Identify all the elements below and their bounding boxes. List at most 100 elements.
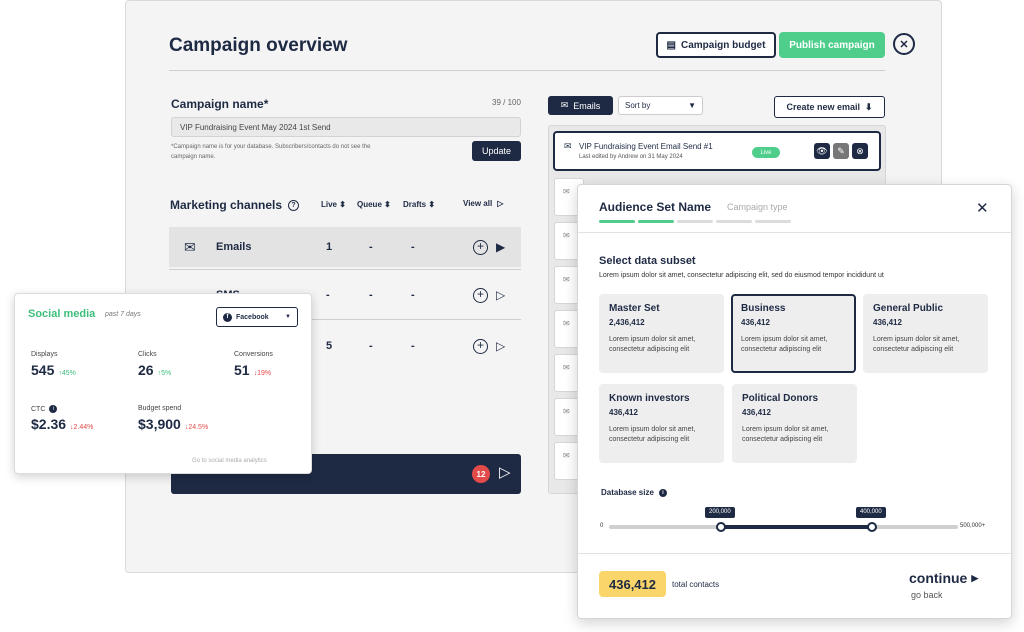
metric-label: Clicks xyxy=(138,351,157,358)
campaign-name-label: Campaign name* xyxy=(171,97,269,111)
metric-number: $3,900 xyxy=(138,416,181,432)
marketing-channels-label: Marketing channels xyxy=(170,198,283,212)
metric-value: 545 ↑45% xyxy=(31,362,76,378)
eye-icon[interactable]: 👁 xyxy=(814,143,830,159)
divider xyxy=(169,269,521,270)
status-badge: Live xyxy=(752,147,780,158)
set-card-known-investors[interactable]: Known investors 436,412 Lorem ipsum dolo… xyxy=(599,384,724,463)
set-name: Political Donors xyxy=(742,393,819,404)
play-icon[interactable]: ▷ xyxy=(496,288,505,302)
database-size-label: Database size xyxy=(601,488,654,497)
range-low-handle[interactable] xyxy=(716,522,726,532)
info-icon[interactable]: i xyxy=(658,488,667,497)
close-icon[interactable]: ⊗ xyxy=(852,143,868,159)
queue-count: - xyxy=(369,340,373,352)
tab-emails[interactable]: ✉ Emails xyxy=(548,96,613,115)
set-card-general-public[interactable]: General Public 436,412 Lorem ipsum dolor… xyxy=(863,294,988,373)
col-drafts[interactable]: Drafts ⬍ xyxy=(403,200,435,209)
set-description: Lorem ipsum dolor sit amet, consectetur … xyxy=(873,336,960,353)
tab-emails-label: Emails xyxy=(573,100,601,111)
audience-set-modal: Audience Set Name Campaign type ✕ Select… xyxy=(577,184,1012,619)
metric-change: ↑5% xyxy=(157,370,172,377)
range-slider-fill xyxy=(721,525,872,529)
set-count: 436,412 xyxy=(609,408,638,417)
queue-count: - xyxy=(369,289,373,301)
col-queue[interactable]: Queue ⬍ xyxy=(357,200,391,209)
divider xyxy=(578,232,1011,233)
set-count: 2,436,412 xyxy=(609,318,645,327)
platform-label: Facebook xyxy=(236,313,269,321)
go-back-link[interactable]: go back xyxy=(911,590,943,600)
chevron-down-icon: ▼ xyxy=(688,101,696,110)
total-contacts-label: total contacts xyxy=(672,580,720,589)
campaign-name-input[interactable]: VIP Fundraising Event May 2024 1st Send xyxy=(171,117,521,137)
set-card-political-donors[interactable]: Political Donors 436,412 Lorem ipsum dol… xyxy=(732,384,857,463)
metric-change: ↑45% xyxy=(58,370,76,377)
play-icon: ▷ xyxy=(497,199,504,208)
social-analytics-link[interactable]: Go to social media analytics xyxy=(192,458,267,464)
close-icon[interactable]: ✕ xyxy=(976,199,989,217)
mail-icon: ✉ xyxy=(560,100,569,110)
add-icon[interactable]: + xyxy=(473,287,488,303)
set-count: 436,412 xyxy=(741,318,770,327)
channel-name: Emails xyxy=(216,241,252,253)
view-all-label: View all xyxy=(463,199,493,208)
update-button[interactable]: Update xyxy=(472,141,521,161)
add-icon[interactable]: + xyxy=(473,338,488,354)
notification-badge: 12 xyxy=(472,465,490,483)
set-card-master[interactable]: Master Set 2,436,412 Lorem ipsum dolor s… xyxy=(599,294,724,373)
range-high-tooltip: 400,000 xyxy=(856,507,886,518)
step-indicator xyxy=(755,220,791,223)
edit-icon[interactable]: ✎ xyxy=(833,143,849,159)
continue-button[interactable]: continue ▶ xyxy=(909,570,978,586)
view-all-link[interactable]: View all ▷ xyxy=(463,199,503,208)
metric-value: $2.36 ↓2.44% xyxy=(31,416,93,432)
set-card-business[interactable]: Business 436,412 Lorem ipsum dolor sit a… xyxy=(731,294,856,373)
metric-value: 26 ↑5% xyxy=(138,362,171,378)
sort-label: Sort by xyxy=(625,101,651,110)
email-row[interactable]: ✉ VIP Fundraising Event Email Send #1 La… xyxy=(553,131,881,171)
platform-select[interactable]: f Facebook ▼ xyxy=(216,307,298,327)
continue-label: continue xyxy=(909,570,968,586)
create-email-label: Create new email xyxy=(786,102,860,112)
col-live[interactable]: Live ⬍ xyxy=(321,200,346,209)
metric-number: 26 xyxy=(138,362,154,378)
mail-icon: ✉ xyxy=(184,238,196,255)
channel-row-emails[interactable]: ✉ Emails 1 - - + ▶ xyxy=(169,227,521,267)
live-count: 1 xyxy=(326,241,333,253)
set-count: 436,412 xyxy=(873,318,902,327)
close-icon[interactable]: ✕ xyxy=(893,33,915,55)
range-high-handle[interactable] xyxy=(867,522,877,532)
set-name: Business xyxy=(741,303,786,314)
drafts-count: - xyxy=(411,289,415,301)
info-icon[interactable]: i xyxy=(49,405,58,413)
create-email-button[interactable]: Create new email ⬇ xyxy=(774,96,885,118)
play-icon[interactable]: ▷ xyxy=(496,339,505,353)
col-drafts-label: Drafts xyxy=(403,200,427,209)
chevron-down-icon: ▼ xyxy=(285,314,291,320)
chevron-right-icon: ▶ xyxy=(971,572,979,583)
section-title: Select data subset xyxy=(599,255,696,267)
play-icon[interactable]: ▶ xyxy=(496,240,505,254)
add-icon[interactable]: + xyxy=(473,239,488,255)
metric-label: Budget spend xyxy=(138,405,182,412)
metric-number: 51 xyxy=(234,362,250,378)
step-indicator xyxy=(677,220,713,223)
campaign-budget-button[interactable]: ▤ Campaign budget xyxy=(656,32,776,58)
step-indicator xyxy=(716,220,752,223)
set-count: 436,412 xyxy=(742,408,771,417)
sort-select[interactable]: Sort by ▼ xyxy=(618,96,703,115)
play-icon[interactable]: ▷ xyxy=(499,463,511,481)
social-title: Social media xyxy=(28,308,96,320)
section-description: Lorem ipsum dolor sit amet, consectetur … xyxy=(599,272,884,279)
help-icon[interactable]: ? xyxy=(288,199,300,211)
social-media-card: Social media past 7 days f Facebook ▼ Di… xyxy=(14,293,312,474)
set-description: Lorem ipsum dolor sit amet, consectetur … xyxy=(609,426,696,443)
range-low-tooltip: 200,000 xyxy=(705,507,735,518)
budget-icon: ▤ xyxy=(666,39,676,51)
set-name: Master Set xyxy=(609,303,660,314)
step-indicator xyxy=(638,220,674,223)
set-name: Known investors xyxy=(609,393,690,404)
publish-campaign-button[interactable]: Publish campaign xyxy=(779,32,885,58)
range-max-label: 500,000+ xyxy=(960,523,986,529)
